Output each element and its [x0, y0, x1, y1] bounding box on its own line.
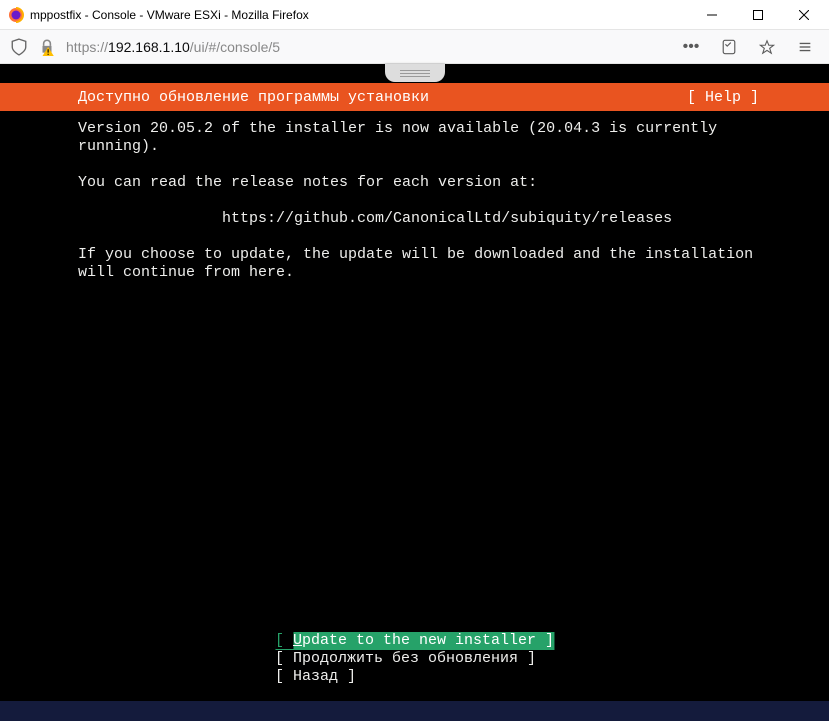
minimize-button[interactable]	[689, 0, 735, 30]
menu-continue-without-update[interactable]: [ Продолжить без обновления ]	[275, 650, 554, 668]
close-button[interactable]	[781, 0, 827, 30]
menu-update-installer[interactable]: [ Update to the new installer ]	[275, 632, 554, 650]
bottom-bar	[0, 701, 829, 721]
reader-mode-icon[interactable]	[715, 33, 743, 61]
tracking-protection-icon[interactable]	[10, 38, 28, 56]
installer-header-title: Доступно обновление программы установки	[78, 89, 429, 106]
console-viewport[interactable]: Доступно обновление программы установки …	[0, 64, 829, 721]
installer-menu: [ Update to the new installer ] [ Продол…	[275, 632, 554, 686]
menu-hamburger-icon[interactable]	[791, 33, 819, 61]
url-bar[interactable]: https://192.168.1.10/ui/#/console/5	[66, 39, 667, 55]
maximize-button[interactable]	[735, 0, 781, 30]
console-pull-tab-icon[interactable]	[385, 64, 445, 82]
lock-warning-icon[interactable]	[38, 38, 56, 56]
firefox-icon	[8, 7, 24, 23]
window-title: mppostfix - Console - VMware ESXi - Mozi…	[30, 8, 689, 22]
url-path: /ui/#/console/5	[190, 39, 280, 55]
installer-body-text: Version 20.05.2 of the installer is now …	[78, 120, 759, 282]
bookmark-star-icon[interactable]	[753, 33, 781, 61]
url-scheme: https://	[66, 39, 108, 55]
page-actions-icon[interactable]: •••	[677, 33, 705, 61]
url-host: 192.168.1.10	[108, 39, 190, 55]
help-button[interactable]: [ Help ]	[687, 89, 759, 106]
menu-back[interactable]: [ Назад ]	[275, 668, 554, 686]
